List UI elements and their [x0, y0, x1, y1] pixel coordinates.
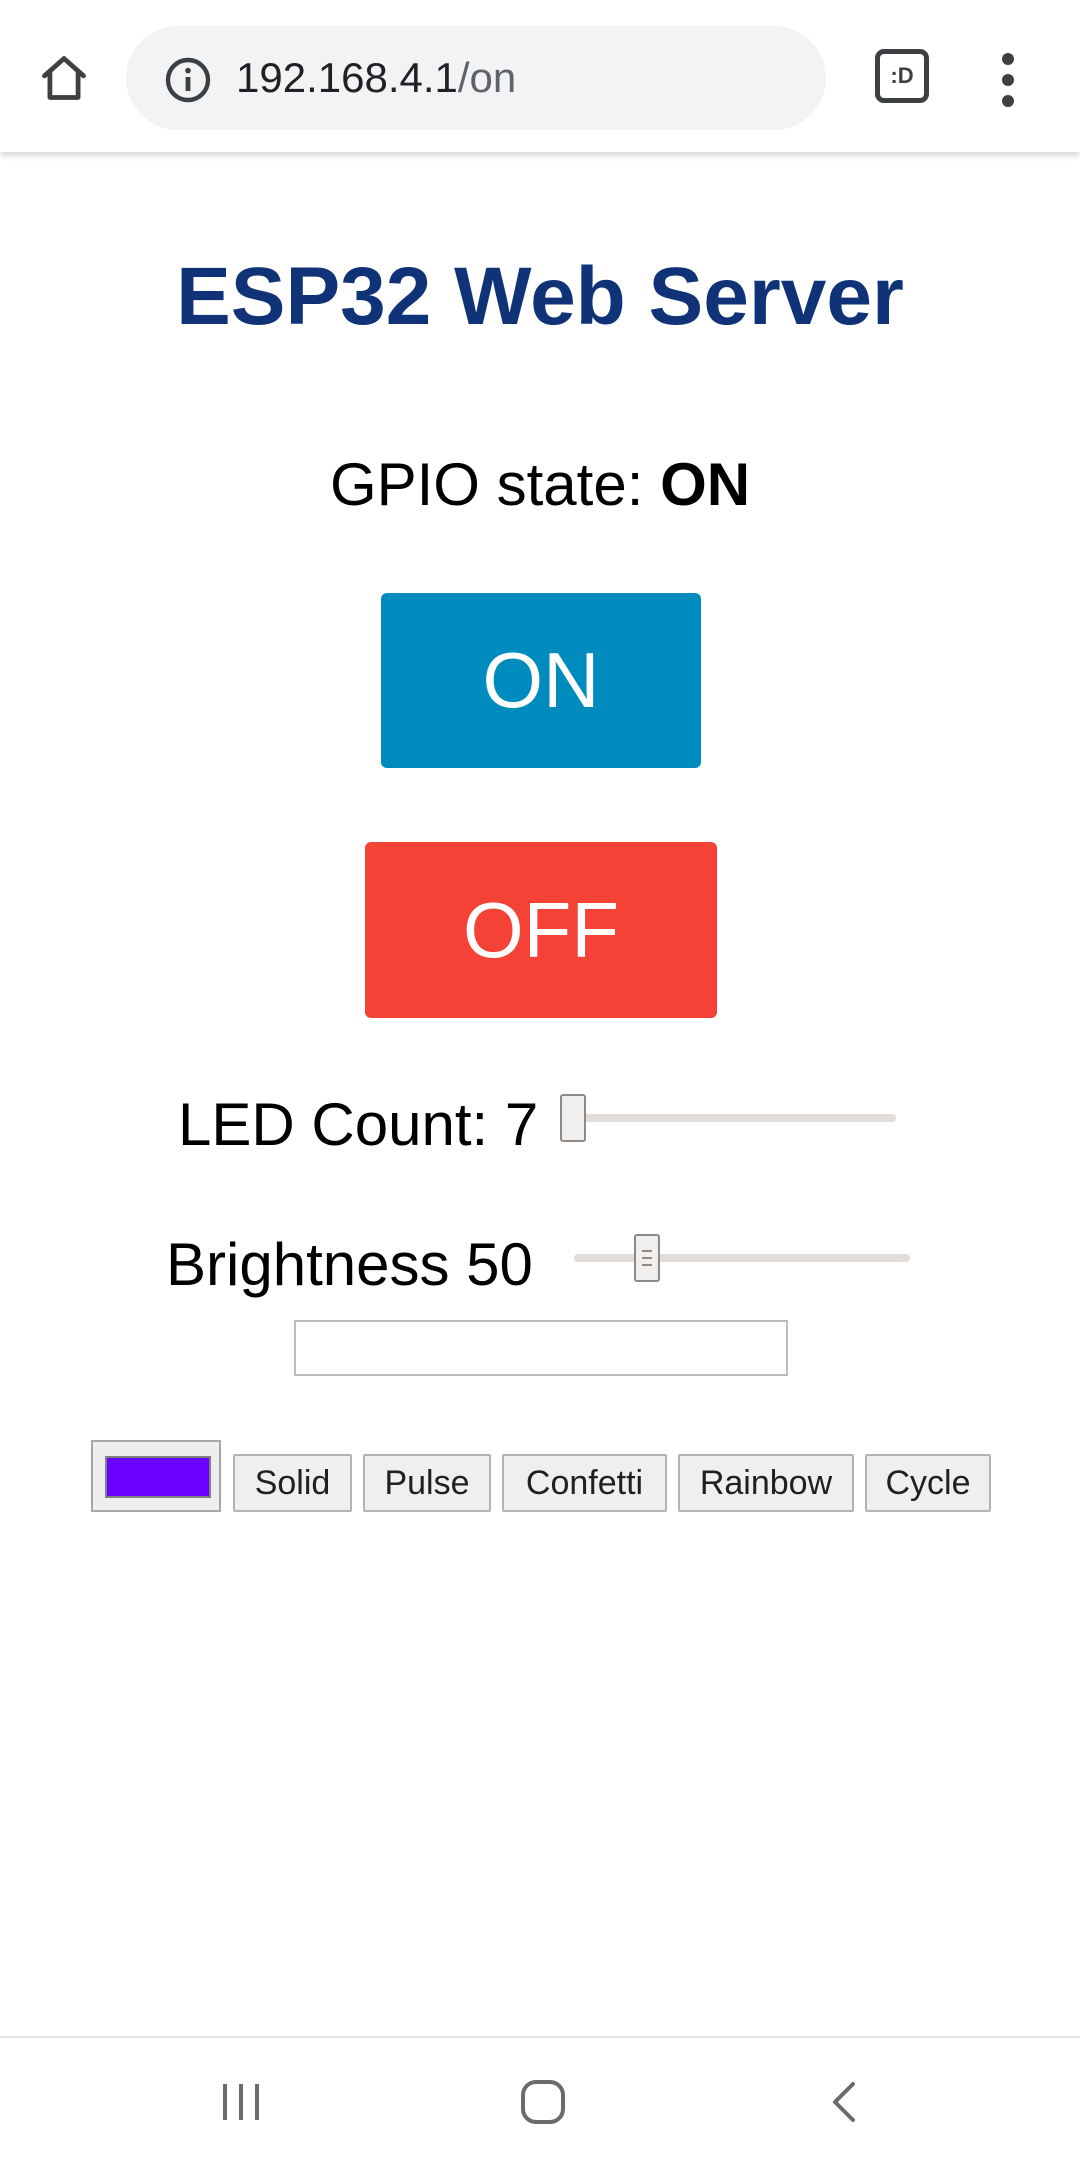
more-vert-icon-dot: [1002, 74, 1014, 86]
mode-button-confetti[interactable]: Confetti: [502, 1454, 667, 1512]
off-button[interactable]: OFF: [365, 842, 717, 1018]
recents-icon: [223, 2084, 259, 2120]
brightness-label: Brightness 50: [166, 1220, 533, 1310]
home-button[interactable]: [24, 38, 104, 118]
slider-grip-line: [642, 1250, 652, 1252]
mode-controls: Solid Pulse Confetti Rainbow Cycle: [0, 1440, 1080, 1512]
brightness-value: 50: [466, 1231, 533, 1298]
slider-grip-line: [642, 1264, 652, 1266]
url-host: 192.168.4.1: [236, 54, 458, 101]
led-count-label-text: LED Count:: [178, 1091, 505, 1158]
recents-button[interactable]: [191, 2062, 291, 2142]
url-text[interactable]: 192.168.4.1/on: [236, 26, 516, 130]
mode-button-solid[interactable]: Solid: [233, 1454, 352, 1512]
led-count-row: LED Count: 7: [0, 1080, 1080, 1170]
system-navigation-bar: [0, 2036, 1080, 2162]
led-count-slider-thumb[interactable]: [560, 1094, 586, 1142]
page-title: ESP32 Web Server: [176, 251, 904, 342]
tab-switcher-icon: :D: [875, 49, 929, 103]
tab-switcher-button[interactable]: :D: [870, 44, 934, 108]
color-swatch: [105, 1456, 211, 1498]
led-count-value: 7: [504, 1091, 539, 1158]
mode-button-rainbow[interactable]: Rainbow: [678, 1454, 854, 1512]
home-icon: [42, 56, 86, 100]
slider-grip-line: [642, 1257, 652, 1259]
back-icon: [833, 2082, 855, 2122]
tab-switcher-label: :D: [890, 63, 914, 88]
info-icon[interactable]: [164, 56, 212, 104]
on-button[interactable]: ON: [381, 593, 701, 768]
brightness-slider[interactable]: [574, 1254, 910, 1262]
gpio-state-value: ON: [660, 451, 751, 518]
gpio-state-label: GPIO state:: [329, 451, 661, 518]
mode-button-pulse[interactable]: Pulse: [363, 1454, 491, 1512]
mode-button-cycle[interactable]: Cycle: [865, 1454, 991, 1512]
brightness-slider-thumb[interactable]: [634, 1234, 660, 1282]
text-input[interactable]: [294, 1320, 788, 1376]
more-vert-icon-dot: [1002, 95, 1014, 107]
led-count-slider[interactable]: [560, 1114, 896, 1122]
more-vert-icon: [1002, 53, 1014, 65]
menu-button[interactable]: [976, 40, 1040, 120]
gpio-state: GPIO state: ON: [0, 450, 1080, 519]
address-bar[interactable]: 192.168.4.1/on: [126, 26, 826, 130]
color-picker[interactable]: [91, 1440, 221, 1512]
brightness-label-text: Brightness: [166, 1231, 467, 1298]
android-home-button[interactable]: [493, 2062, 593, 2142]
led-count-label: LED Count: 7: [178, 1080, 538, 1170]
android-home-icon: [521, 2080, 565, 2124]
brightness-row: Brightness 50: [0, 1220, 1080, 1310]
url-path: /on: [457, 54, 517, 101]
browser-toolbar: 192.168.4.1/on :D: [0, 0, 1080, 152]
back-button[interactable]: [795, 2062, 895, 2142]
